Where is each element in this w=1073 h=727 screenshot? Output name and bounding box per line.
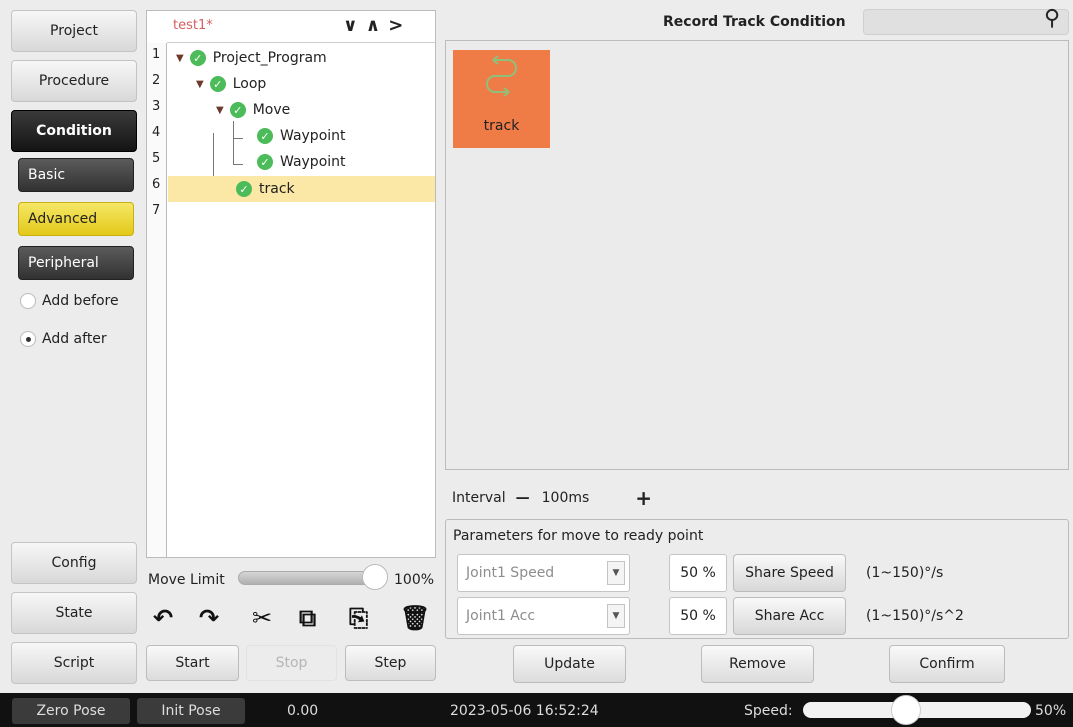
chevron-right-icon[interactable]: > bbox=[388, 15, 411, 36]
dropdown-arrow-icon[interactable]: ▼ bbox=[607, 561, 625, 585]
tree-node-label: Loop bbox=[232, 76, 267, 92]
tree-node-label: Move bbox=[252, 102, 291, 118]
speed-percent-field[interactable]: 50 % bbox=[669, 554, 727, 592]
init-pose-button[interactable]: Init Pose bbox=[137, 698, 245, 724]
check-icon: ✓ bbox=[257, 154, 273, 170]
speed-label: Speed: bbox=[744, 703, 793, 719]
tree-node-project-program[interactable]: ▼ ✓ Project_Program bbox=[168, 45, 435, 71]
config-button[interactable]: Config bbox=[11, 542, 137, 584]
line-number: 4 bbox=[152, 125, 161, 140]
add-after-radio[interactable]: Add after bbox=[20, 331, 107, 347]
line-number-gutter: 1 2 3 4 5 6 7 bbox=[147, 43, 167, 557]
tree-node-loop[interactable]: ▼ ✓ Loop bbox=[168, 71, 435, 97]
redo-icon[interactable]: ↷ bbox=[199, 604, 219, 632]
tree-header: test1* ∨∧> bbox=[167, 11, 435, 43]
record-track-title: Record Track Condition bbox=[663, 14, 846, 30]
share-speed-button[interactable]: Share Speed bbox=[733, 554, 846, 592]
tree-node-move[interactable]: ▼ ✓ Move bbox=[168, 97, 435, 123]
plus-icon[interactable]: + bbox=[635, 486, 652, 510]
condition-button[interactable]: Condition bbox=[11, 110, 137, 152]
line-number: 7 bbox=[152, 203, 161, 218]
advanced-button[interactable]: Advanced bbox=[18, 202, 134, 236]
project-button[interactable]: Project bbox=[11, 10, 137, 52]
check-icon: ✓ bbox=[189, 50, 206, 66]
interval-value: 100ms bbox=[541, 490, 590, 506]
chevron-down-icon[interactable]: ∨ bbox=[343, 15, 366, 36]
confirm-button[interactable]: Confirm bbox=[889, 645, 1005, 683]
state-button[interactable]: State bbox=[11, 592, 137, 634]
basic-button[interactable]: Basic bbox=[18, 158, 134, 192]
check-icon: ✓ bbox=[229, 102, 246, 118]
update-button[interactable]: Update bbox=[513, 645, 626, 683]
copy-icon[interactable]: ⧉ bbox=[299, 604, 316, 632]
joint-speed-select-value: Joint1 Speed bbox=[466, 565, 555, 581]
undo-icon[interactable]: ↶ bbox=[153, 604, 173, 632]
add-before-label: Add before bbox=[42, 293, 119, 309]
step-button[interactable]: Step bbox=[345, 645, 436, 681]
move-limit-value: 100% bbox=[394, 572, 435, 588]
check-icon: ✓ bbox=[209, 76, 226, 92]
paste-icon[interactable]: ⎘ bbox=[349, 604, 368, 632]
params-title: Parameters for move to ready point bbox=[453, 528, 704, 544]
interval-label: Interval bbox=[452, 490, 506, 506]
add-before-radio[interactable]: Add before bbox=[20, 293, 119, 309]
chevron-up-icon[interactable]: ∧ bbox=[366, 15, 389, 36]
tree-node-label: Waypoint bbox=[280, 128, 346, 144]
tree-node-waypoint[interactable]: ✓ Waypoint bbox=[168, 123, 435, 149]
procedure-button[interactable]: Procedure bbox=[11, 60, 137, 102]
remove-button[interactable]: Remove bbox=[701, 645, 814, 683]
add-after-label: Add after bbox=[42, 331, 107, 347]
expanded-arrow-icon[interactable]: ▼ bbox=[216, 105, 224, 116]
minus-icon[interactable]: — bbox=[516, 490, 530, 506]
expanded-arrow-icon[interactable]: ▼ bbox=[196, 79, 204, 90]
track-icon bbox=[486, 55, 517, 97]
tree-nav: ∨∧> bbox=[343, 15, 411, 36]
line-number: 1 bbox=[152, 47, 161, 62]
acc-range-label: (1~150)°/s^2 bbox=[866, 608, 964, 624]
speed-slider-handle[interactable] bbox=[891, 695, 921, 725]
speed-range-label: (1~150)°/s bbox=[866, 565, 944, 581]
stop-button[interactable]: Stop bbox=[246, 645, 337, 681]
check-icon: ✓ bbox=[257, 128, 273, 144]
cut-icon[interactable]: ✂ bbox=[252, 604, 272, 632]
search-icon[interactable]: ⚲ bbox=[1044, 6, 1060, 31]
tree-node-waypoint[interactable]: ✓ Waypoint bbox=[168, 149, 435, 175]
joint-speed-select[interactable]: Joint1 Speed ▼ bbox=[457, 554, 630, 592]
tree-node-track[interactable]: ✓ track bbox=[168, 176, 435, 202]
radio-selected-icon bbox=[20, 331, 36, 347]
track-tile[interactable]: track bbox=[453, 50, 550, 148]
move-limit-label: Move Limit bbox=[148, 572, 225, 588]
joint-acc-select[interactable]: Joint1 Acc ▼ bbox=[457, 597, 630, 635]
delete-icon[interactable]: 🗑 bbox=[400, 604, 430, 632]
peripheral-button[interactable]: Peripheral bbox=[18, 246, 134, 280]
line-number: 6 bbox=[152, 177, 161, 192]
program-tree-panel: test1* ∨∧> 1 2 3 4 5 6 7 ▼ ✓ Project_Pro… bbox=[146, 10, 436, 558]
dropdown-arrow-icon[interactable]: ▼ bbox=[607, 604, 625, 628]
line-number: 5 bbox=[152, 151, 161, 166]
speed-value: 50% bbox=[1035, 703, 1067, 719]
program-file-title: test1* bbox=[173, 18, 213, 33]
expanded-arrow-icon[interactable]: ▼ bbox=[176, 53, 184, 64]
joint-acc-select-value: Joint1 Acc bbox=[466, 608, 536, 624]
tree-node-label: Waypoint bbox=[280, 154, 346, 170]
track-tile-label: track bbox=[483, 118, 520, 134]
datetime: 2023-05-06 16:52:24 bbox=[450, 703, 599, 719]
line-number: 2 bbox=[152, 73, 161, 88]
start-button[interactable]: Start bbox=[146, 645, 239, 681]
zero-pose-button[interactable]: Zero Pose bbox=[12, 698, 130, 724]
tree-node-label: Project_Program bbox=[212, 50, 327, 66]
line-number: 3 bbox=[152, 99, 161, 114]
share-acc-button[interactable]: Share Acc bbox=[733, 597, 846, 635]
interval-row: Interval — 100ms + bbox=[452, 486, 652, 510]
check-icon: ✓ bbox=[236, 181, 252, 197]
move-limit-slider-handle[interactable] bbox=[362, 564, 388, 590]
script-button[interactable]: Script bbox=[11, 642, 137, 684]
radio-icon bbox=[20, 293, 36, 309]
tree-node-label: track bbox=[259, 181, 295, 197]
status-value: 0.00 bbox=[287, 703, 319, 719]
search-input[interactable] bbox=[863, 9, 1069, 35]
acc-percent-field[interactable]: 50 % bbox=[669, 597, 727, 635]
